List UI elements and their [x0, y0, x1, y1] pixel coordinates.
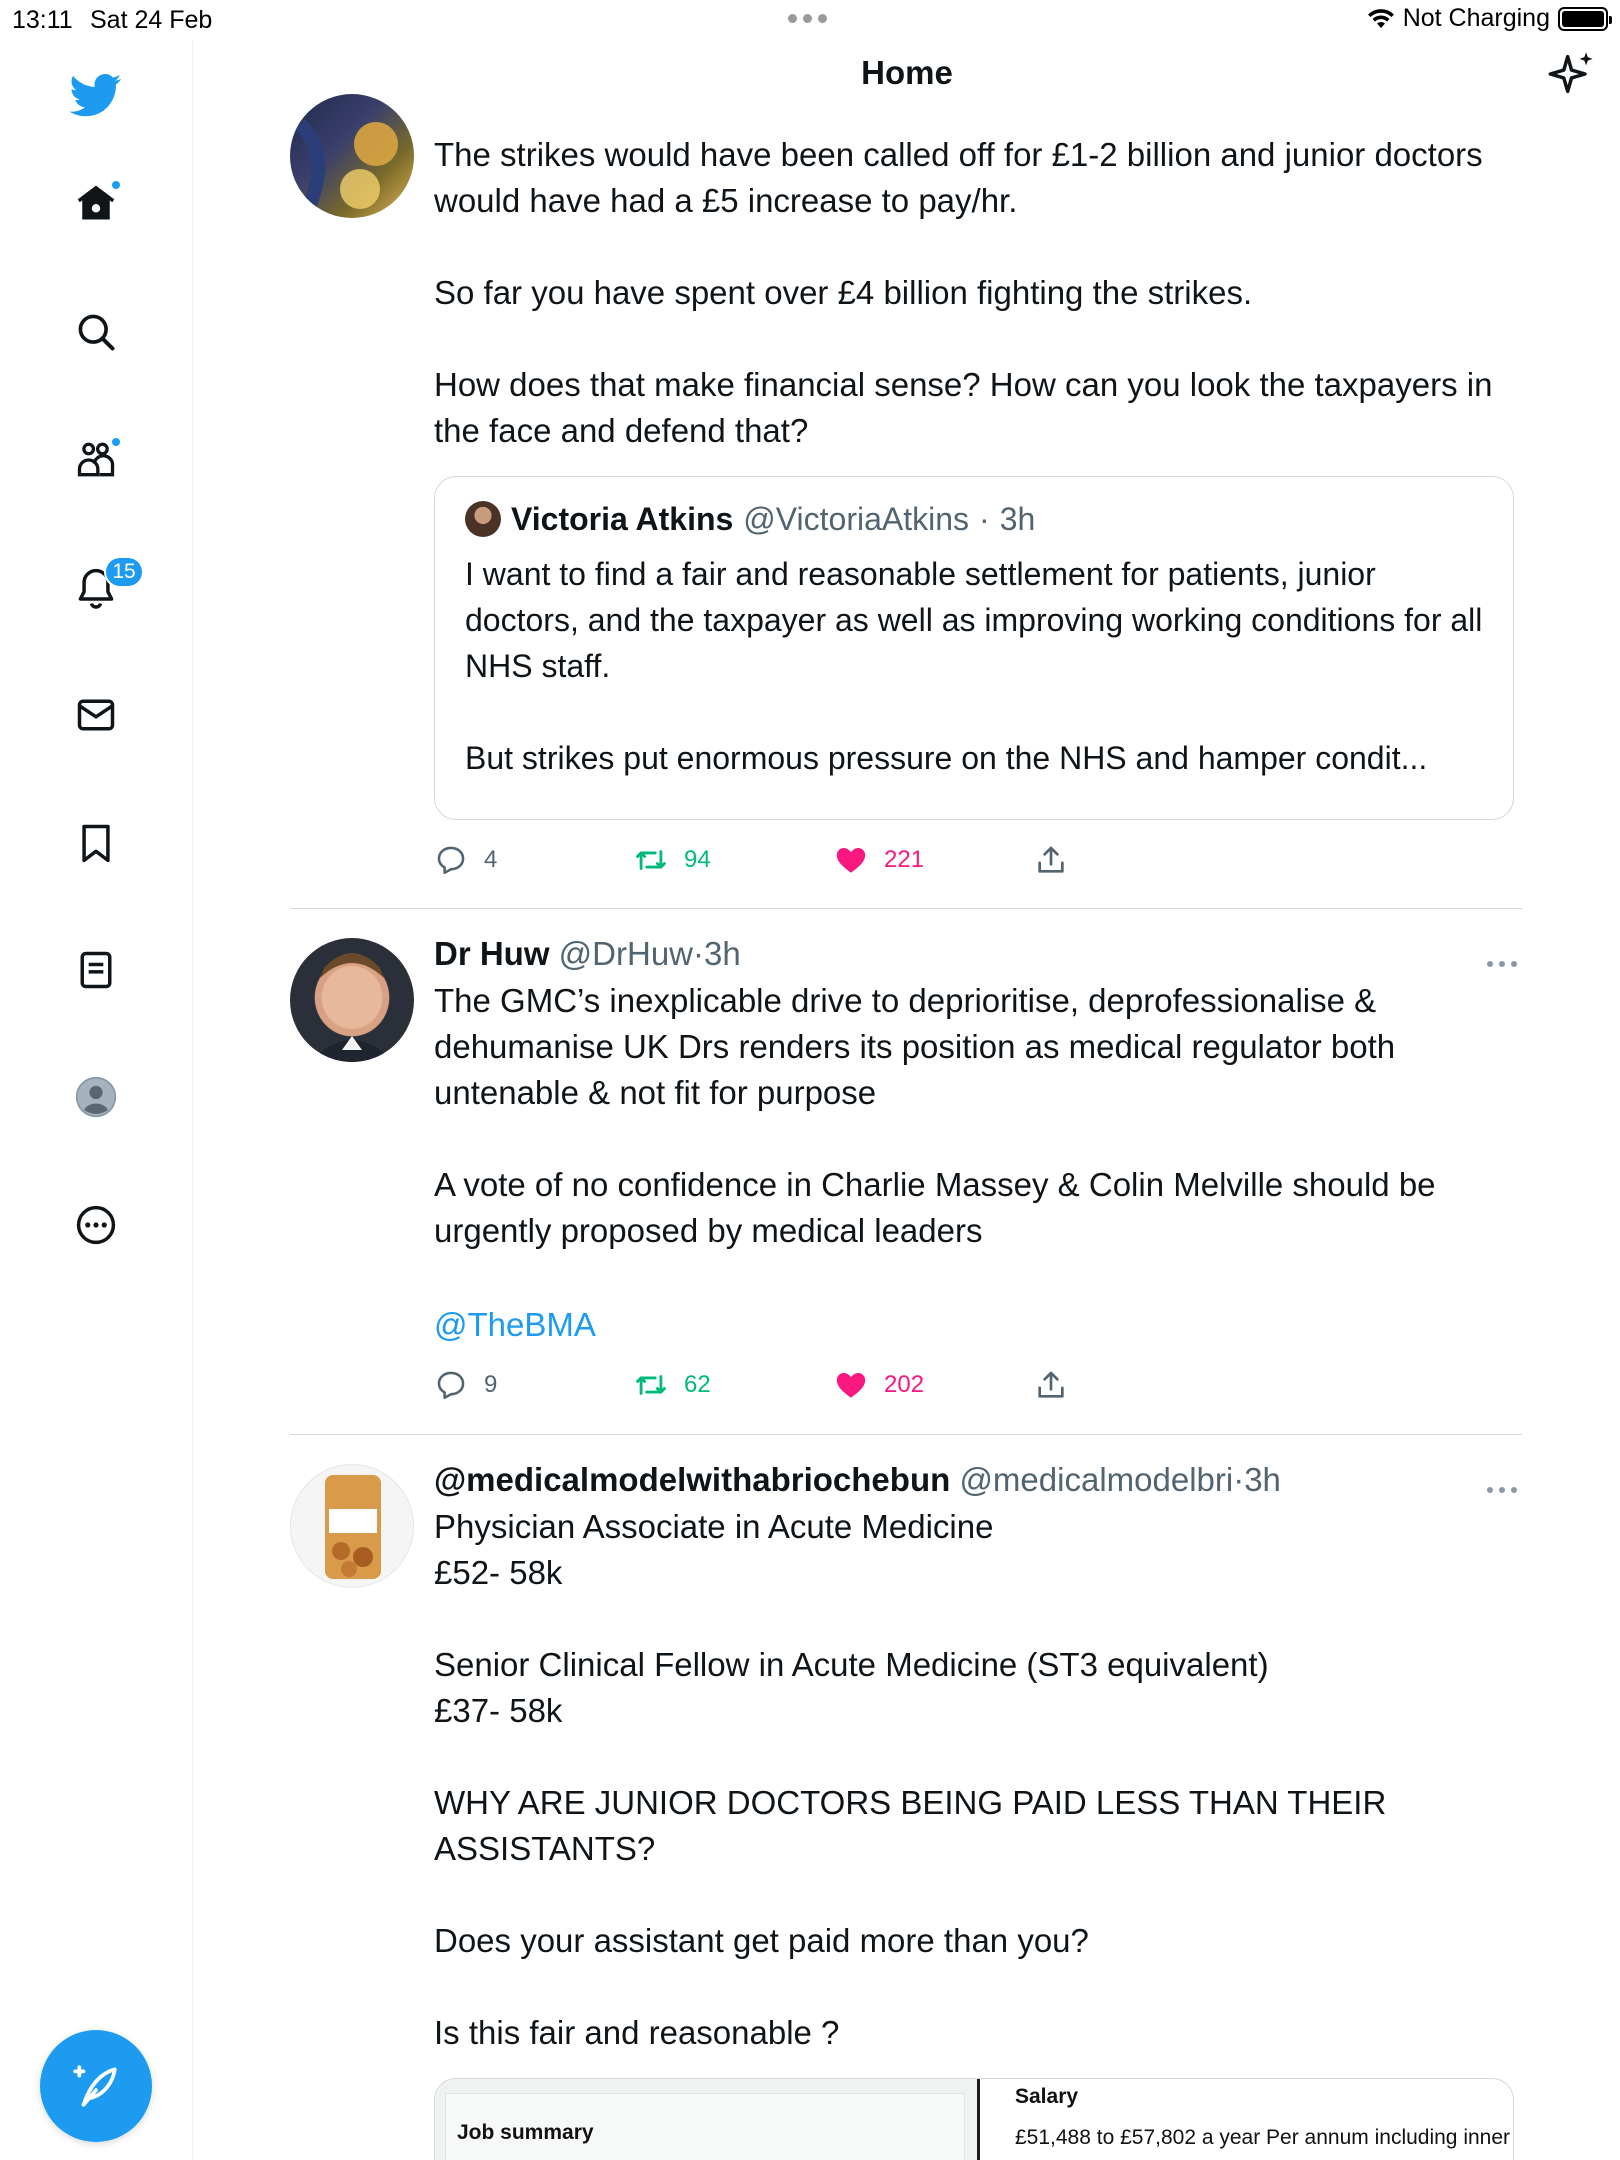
like-button[interactable]: 202	[834, 1363, 924, 1407]
timeline-header: Home	[194, 40, 1620, 140]
reply-button[interactable]: 4	[434, 838, 497, 882]
sidebar: 15	[0, 40, 193, 2160]
bookmark-icon	[82, 824, 110, 863]
notifications-count-badge: 15	[104, 556, 144, 588]
list-icon	[80, 951, 112, 989]
quoted-tweet-time[interactable]: 3h	[1000, 499, 1036, 539]
sidebar-item-more[interactable]	[66, 1195, 126, 1255]
compose-tweet-button[interactable]	[40, 2030, 152, 2142]
retweet-icon	[636, 850, 666, 870]
share-button[interactable]	[1034, 1363, 1068, 1407]
author-name[interactable]: Dr Huw	[434, 935, 550, 972]
share-icon	[1038, 846, 1064, 873]
twitter-bird-icon	[70, 73, 122, 117]
tweet-time[interactable]: 3h	[1244, 1461, 1281, 1498]
job-summary-label: Job summary	[457, 2121, 594, 2144]
communities-notification-dot	[110, 436, 122, 448]
salary-label: Salary	[1015, 2085, 1079, 2108]
sidebar-item-messages[interactable]	[66, 685, 126, 745]
sidebar-item-bookmarks[interactable]	[66, 813, 126, 873]
image-left-panel: Job summary	[435, 2079, 977, 2160]
share-icon	[1038, 1371, 1064, 1398]
sidebar-item-explore[interactable]	[66, 302, 126, 362]
twitter-logo-button[interactable]	[66, 65, 126, 125]
envelope-icon	[77, 699, 115, 731]
heart-filled-icon	[836, 1372, 866, 1398]
reply-count: 9	[484, 1371, 498, 1398]
avatar[interactable]	[290, 94, 414, 218]
quoted-tweet-text: I want to find a fair and reasonable set…	[465, 556, 1483, 776]
multitasking-dots-icon[interactable]	[788, 14, 827, 23]
separator-dot: ·	[693, 935, 705, 972]
tweet-text: Physician Associate in Acute Medicine £5…	[434, 1508, 1387, 2051]
tweet-time[interactable]: 3h	[704, 935, 741, 972]
author-handle[interactable]: @medicalmodelbri	[959, 1461, 1233, 1498]
sidebar-item-lists[interactable]	[66, 940, 126, 1000]
more-options-icon[interactable]	[1482, 954, 1522, 974]
tweet-actions: 4 94 221	[434, 838, 1134, 882]
reply-button[interactable]: 9	[434, 1363, 497, 1407]
charging-status: Not Charging	[1402, 4, 1550, 32]
sidebar-item-communities[interactable]	[66, 430, 126, 490]
reply-count: 4	[484, 846, 498, 873]
sidebar-item-notifications[interactable]: 15	[66, 556, 144, 618]
separator-dot: ·	[979, 501, 990, 537]
tweet-header: @medicalmodelwithabriochebun @medicalmod…	[434, 1460, 1514, 1500]
heart-filled-icon	[836, 847, 866, 873]
avatar[interactable]	[465, 501, 501, 537]
battery-icon	[1558, 6, 1612, 31]
retweet-icon	[636, 1375, 666, 1395]
sidebar-item-home[interactable]	[66, 173, 126, 233]
more-circle-icon	[76, 1205, 116, 1245]
like-count: 202	[884, 1371, 925, 1398]
quoted-tweet[interactable]: Victoria Atkins @VictoriaAtkins · 3h I w…	[434, 476, 1514, 820]
tweet-actions: 9 62 202	[434, 1363, 1134, 1407]
status-right: Not Charging	[1367, 4, 1612, 33]
tweet-text: The GMC’s inexplicable drive to depriori…	[434, 982, 1436, 1249]
tweet-header: Dr Huw @DrHuw·3h	[434, 934, 1514, 974]
like-button[interactable]: 221	[834, 838, 924, 882]
reply-icon	[437, 846, 465, 875]
profile-icon	[75, 1076, 117, 1118]
wifi-icon	[1367, 8, 1394, 28]
status-date: Sat 24 Feb	[90, 6, 213, 34]
quoted-author-handle[interactable]: @VictoriaAtkins	[743, 499, 969, 539]
mention-link[interactable]: @TheBMA	[434, 1302, 1514, 1348]
tweet-image[interactable]: Job summary Salary £51,488 to £57,802 a …	[434, 2078, 1514, 2160]
quoted-tweet-header: Victoria Atkins @VictoriaAtkins · 3h	[465, 499, 1483, 539]
reply-icon	[437, 1371, 465, 1400]
author-handle[interactable]: @DrHuw	[559, 935, 693, 972]
tweet-divider	[290, 1434, 1522, 1435]
more-options-icon[interactable]	[1482, 1480, 1522, 1500]
retweet-count: 62	[684, 1371, 711, 1398]
compose-feather-icon	[73, 2065, 117, 2107]
avatar[interactable]	[290, 1464, 414, 1588]
tweet-divider	[290, 908, 1522, 909]
tweet-text: The strikes would have been called off f…	[434, 136, 1493, 449]
status-bar: 13:11 Sat 24 Feb Not Charging	[0, 0, 1620, 40]
search-icon	[78, 314, 115, 351]
like-count: 221	[884, 846, 925, 873]
status-time: 13:11	[12, 6, 73, 34]
home-notification-dot	[110, 179, 122, 191]
sparkle-icon[interactable]	[1546, 48, 1598, 100]
separator-dot: ·	[1233, 1461, 1245, 1498]
quoted-author-name[interactable]: Victoria Atkins	[511, 499, 733, 539]
sidebar-item-profile[interactable]	[66, 1067, 126, 1127]
author-name[interactable]: @medicalmodelwithabriochebun	[434, 1461, 950, 1498]
share-button[interactable]	[1034, 838, 1068, 882]
avatar[interactable]	[290, 938, 414, 1062]
retweet-count: 94	[684, 846, 711, 873]
retweet-button[interactable]: 62	[634, 1363, 711, 1407]
retweet-button[interactable]: 94	[634, 838, 711, 882]
salary-text: £51,488 to £57,802 a year Per annum incl…	[1015, 2126, 1513, 2149]
page-title: Home	[861, 54, 953, 91]
